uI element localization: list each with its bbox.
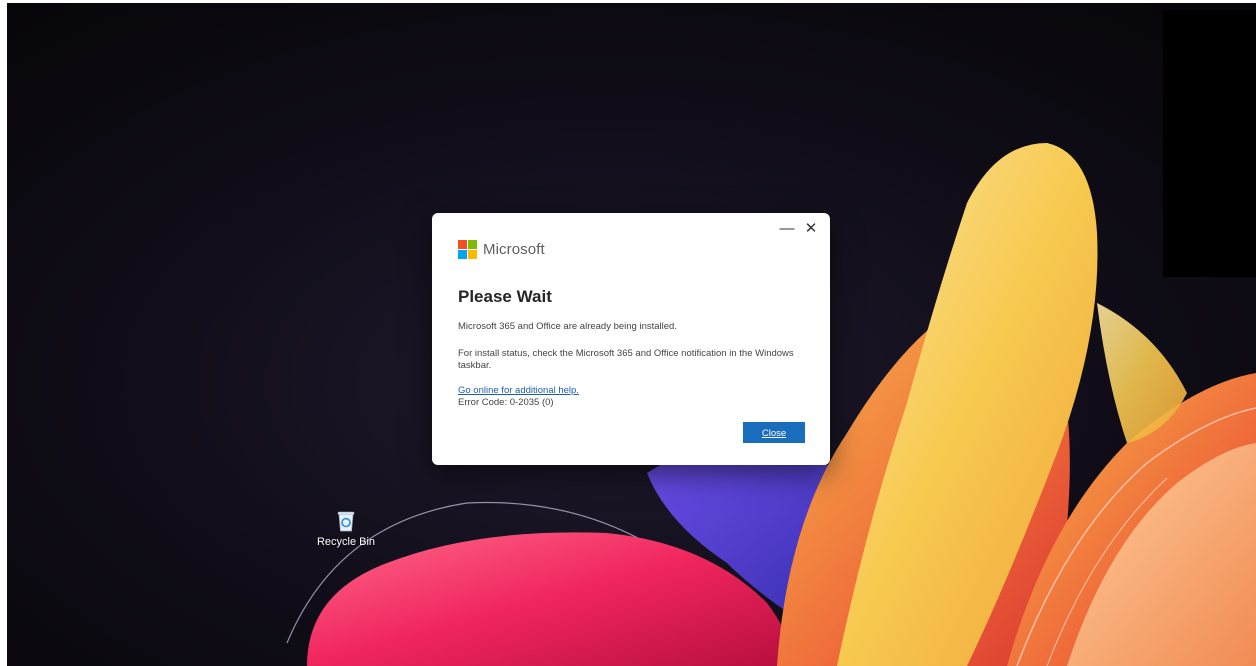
office-install-dialog: — ✕ Microsoft Please Wait Microsoft 365 …	[432, 213, 830, 465]
desktop-icon-recycle-bin[interactable]: Recycle Bin	[315, 509, 377, 557]
black-panel	[1163, 10, 1256, 277]
brand-name: Microsoft	[483, 240, 545, 258]
brand: Microsoft	[458, 239, 545, 259]
recycle-bin-label: Recycle Bin	[316, 536, 376, 548]
logo-square-yellow	[468, 249, 477, 259]
close-icon[interactable]: ✕	[800, 219, 822, 239]
dialog-title: Please Wait	[458, 287, 552, 306]
message-install-status: For install status, check the Microsoft …	[458, 348, 794, 371]
message-installing: Microsoft 365 and Office are already bei…	[458, 321, 677, 332]
help-link[interactable]: Go online for additional help.	[458, 385, 579, 396]
recycle-bin-icon	[337, 511, 355, 532]
microsoft-logo-icon	[458, 239, 477, 259]
close-button[interactable]: Close	[743, 422, 805, 443]
error-code: Error Code: 0-2035 (0)	[458, 397, 554, 408]
desktop: Recycle Bin — ✕ Microsoft Please Wait Mi…	[7, 3, 1256, 666]
logo-square-red	[458, 239, 467, 249]
logo-square-blue	[458, 249, 467, 259]
logo-square-green	[468, 239, 477, 249]
minimize-button[interactable]: —	[776, 219, 798, 239]
